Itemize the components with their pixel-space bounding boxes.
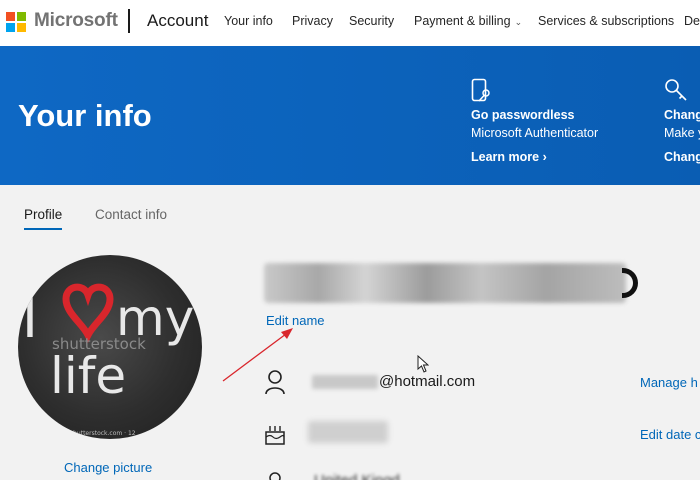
nav-link-payment-label: Payment & billing [414,14,511,28]
promo-passwordless: Go passwordless Microsoft Authenticator … [471,78,598,164]
name-last-letter [622,268,638,298]
nav-link-payment-billing[interactable]: Payment & billing ⌄ [414,14,522,28]
change-picture-link[interactable]: Change picture [64,460,152,475]
blurred-date-of-birth [308,421,388,443]
email-address: @hotmail.com [379,373,476,390]
nav-link-services-subscriptions[interactable]: Services & subscriptions [538,14,674,28]
manage-sign-in-link[interactable]: Manage h [640,375,698,390]
avatar-text-life: life [50,347,126,405]
tab-profile[interactable]: Profile [24,207,62,222]
promo-change-password: Chang Make y Chang [664,78,700,164]
nav-account-title[interactable]: Account [147,11,208,31]
promo-subtitle: Microsoft Authenticator [471,126,599,140]
chevron-down-icon: ⌄ [514,17,523,27]
active-tab-indicator [24,228,62,230]
mouse-cursor-icon [417,355,429,373]
nav-link-privacy[interactable]: Privacy [292,14,333,28]
edit-date-of-birth-link[interactable]: Edit date c [640,427,700,442]
edit-region-link[interactable]: · [650,474,654,480]
phone-key-icon [471,78,490,102]
avatar-text-i: I [22,287,38,350]
hero-banner: Your info Go passwordless Microsoft Auth… [0,46,700,185]
location-icon [269,472,281,480]
blurred-email-user [312,375,378,389]
nav-divider [128,9,130,33]
edit-name-link[interactable]: Edit name [266,313,325,328]
avatar[interactable]: I my shutterstock life shutterstock.com … [18,255,202,439]
brand-name[interactable]: Microsoft [34,10,118,32]
learn-more-link[interactable]: Learn more › [471,150,598,164]
learn-more-label: Learn more [471,150,540,164]
nav-link-security[interactable]: Security [349,14,394,28]
birthday-cake-icon [265,426,285,445]
key-icon [665,79,687,101]
page-title: Your info [18,98,152,133]
top-navigation: Microsoft Account Your info Privacy Secu… [0,0,700,46]
chevron-right-icon: › [542,150,547,164]
avatar-caption: shutterstock.com · 12 [70,430,136,437]
microsoft-logo-icon[interactable] [6,12,26,32]
blurred-name [264,263,626,303]
promo-title: Go passwordless [471,108,575,122]
nav-link-your-info[interactable]: Your info [224,14,273,28]
change-password-link[interactable]: Chang [664,150,700,164]
nav-link-overflow[interactable]: De [684,14,700,28]
region-value: United Kingd [314,472,400,480]
promo-title: Chang [664,108,700,122]
heart-icon [62,283,114,343]
promo-subtitle: Make y [664,126,700,140]
avatar-image: I my shutterstock life shutterstock.com … [22,283,194,437]
person-icon [265,370,285,395]
tab-contact-info[interactable]: Contact info [95,207,167,222]
